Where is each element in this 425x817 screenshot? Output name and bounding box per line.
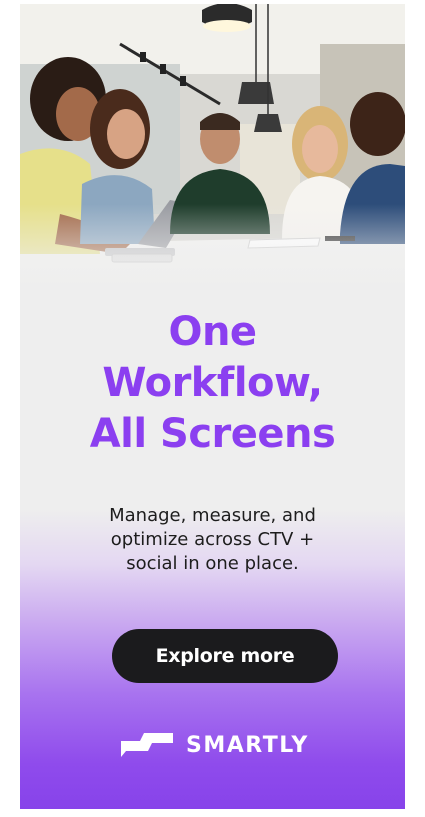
headline-line-2: Workflow,: [102, 360, 323, 406]
subtext: Manage, measure, and optimize across CTV…: [60, 504, 365, 576]
subtext-line-2: optimize across CTV +: [110, 529, 315, 550]
subtext-line-1: Manage, measure, and: [109, 505, 316, 526]
smartly-logo[interactable]: SMARTLY: [118, 728, 338, 762]
headline-line-1: One: [168, 309, 257, 355]
explore-more-button[interactable]: Explore more: [112, 629, 338, 683]
brand-name: SMARTLY: [186, 732, 309, 758]
ad-banner[interactable]: One Workflow, All Screens Manage, measur…: [20, 4, 405, 809]
photo-fade: [20, 204, 405, 304]
subtext-line-3: social in one place.: [126, 553, 299, 574]
headline-line-3: All Screens: [89, 411, 336, 457]
headline: One Workflow, All Screens: [20, 307, 405, 460]
smartly-logo-icon: [121, 733, 173, 757]
